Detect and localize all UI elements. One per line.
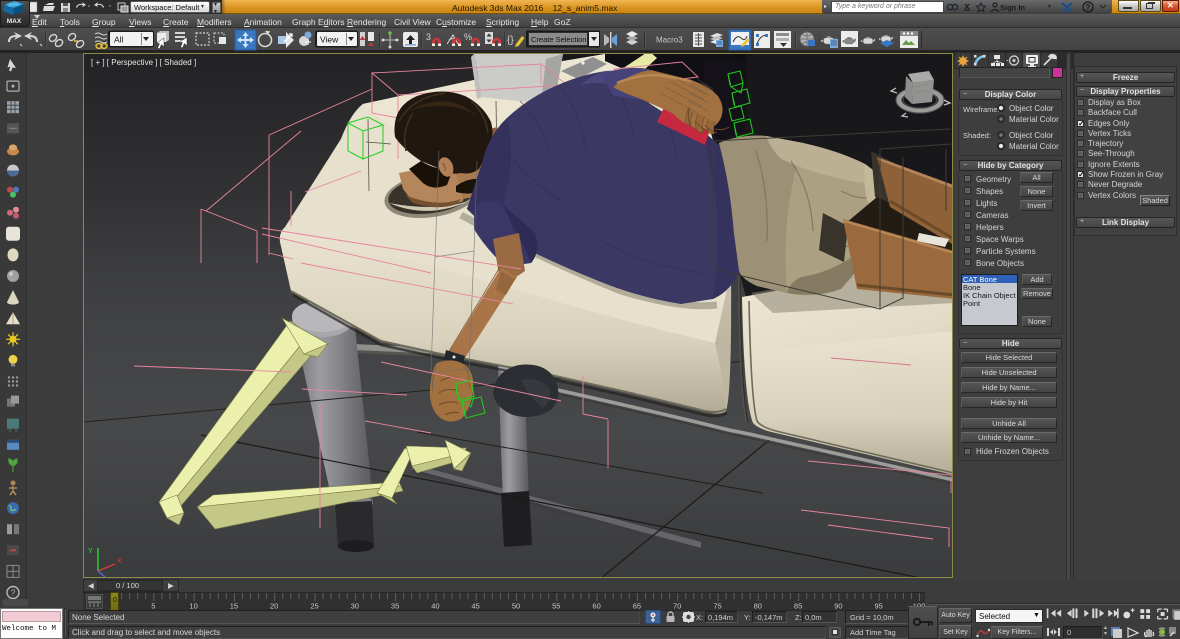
svg-text:X: X bbox=[117, 558, 122, 565]
svg-text:Macro3: Macro3 bbox=[656, 36, 683, 45]
svg-text:View: View bbox=[320, 35, 339, 45]
svg-text:90: 90 bbox=[834, 602, 842, 611]
svg-text:?: ? bbox=[1086, 3, 1091, 12]
svg-text:?: ? bbox=[11, 589, 16, 598]
svg-text:{}: {} bbox=[507, 35, 514, 46]
svg-text:85: 85 bbox=[794, 602, 802, 611]
svg-text:%: % bbox=[464, 32, 472, 42]
svg-text:3: 3 bbox=[426, 32, 431, 42]
svg-text:75: 75 bbox=[713, 602, 721, 611]
svg-text:Create Selection Se: Create Selection Se bbox=[531, 35, 598, 44]
svg-text:Y: Y bbox=[88, 548, 93, 555]
svg-text:80: 80 bbox=[754, 602, 762, 611]
svg-text:MAX: MAX bbox=[7, 18, 22, 25]
svg-text:All: All bbox=[114, 35, 124, 45]
